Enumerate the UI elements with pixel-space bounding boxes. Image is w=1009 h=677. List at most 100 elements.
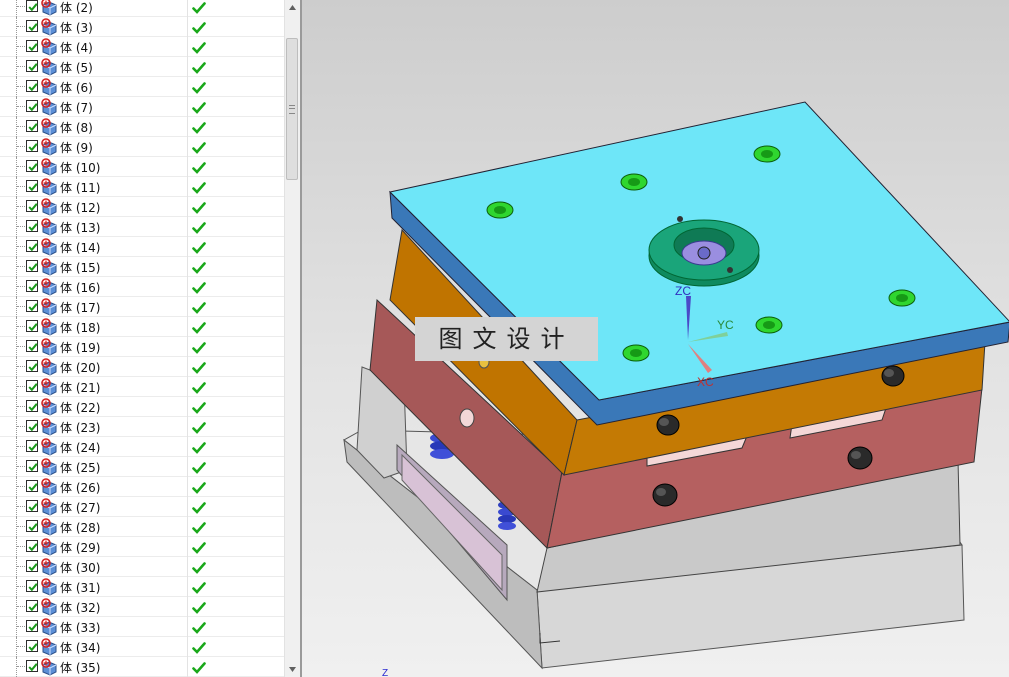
tree-row[interactable]: 体 (18)	[0, 317, 284, 337]
checkbox-checked-icon[interactable]	[26, 60, 38, 72]
up-to-date-check-icon	[192, 640, 206, 654]
checkbox-checked-icon[interactable]	[26, 620, 38, 632]
tree-row[interactable]: 体 (22)	[0, 397, 284, 417]
up-to-date-check-icon	[192, 320, 206, 334]
column-divider	[187, 497, 188, 517]
tree-row[interactable]: 体 (7)	[0, 97, 284, 117]
checkbox-checked-icon[interactable]	[26, 180, 38, 192]
tree-row[interactable]: 体 (33)	[0, 617, 284, 637]
solid-body-icon	[40, 338, 58, 356]
solid-body-icon	[40, 0, 58, 16]
checkbox-checked-icon[interactable]	[26, 660, 38, 672]
tree-row[interactable]: 体 (4)	[0, 37, 284, 57]
column-divider	[187, 277, 188, 297]
checkbox-checked-icon[interactable]	[26, 260, 38, 272]
tree-row[interactable]: 体 (14)	[0, 237, 284, 257]
checkbox-checked-icon[interactable]	[26, 280, 38, 292]
checkbox-checked-icon[interactable]	[26, 120, 38, 132]
scroll-down-arrow-icon[interactable]	[285, 661, 300, 677]
solid-body-icon	[40, 258, 58, 276]
tree-row[interactable]: 体 (12)	[0, 197, 284, 217]
body-label: 体 (25)	[60, 461, 101, 475]
tree-row[interactable]: 体 (23)	[0, 417, 284, 437]
tree-row[interactable]: 体 (29)	[0, 537, 284, 557]
checkbox-checked-icon[interactable]	[26, 100, 38, 112]
scroll-up-arrow-icon[interactable]	[285, 0, 300, 16]
checkbox-checked-icon[interactable]	[26, 340, 38, 352]
solid-body-icon	[40, 658, 58, 676]
checkbox-checked-icon[interactable]	[26, 520, 38, 532]
solid-body-icon	[40, 18, 58, 36]
checkbox-checked-icon[interactable]	[26, 480, 38, 492]
column-divider	[187, 17, 188, 37]
checkbox-checked-icon[interactable]	[26, 500, 38, 512]
solid-body-icon	[40, 538, 58, 556]
checkbox-checked-icon[interactable]	[26, 80, 38, 92]
tree-row[interactable]: 体 (20)	[0, 357, 284, 377]
solid-body-icon	[40, 38, 58, 56]
mold-assembly-model[interactable]	[302, 0, 1009, 677]
checkbox-checked-icon[interactable]	[26, 420, 38, 432]
tree-row[interactable]: 体 (32)	[0, 597, 284, 617]
tree-row[interactable]: 体 (17)	[0, 297, 284, 317]
checkbox-checked-icon[interactable]	[26, 560, 38, 572]
tree-row[interactable]: 体 (10)	[0, 157, 284, 177]
tree-connector	[16, 517, 26, 537]
tree-row[interactable]: 体 (21)	[0, 377, 284, 397]
tree-row[interactable]: 体 (28)	[0, 517, 284, 537]
up-to-date-check-icon	[192, 500, 206, 514]
tree-row[interactable]: 体 (9)	[0, 137, 284, 157]
tree-row[interactable]: 体 (16)	[0, 277, 284, 297]
checkbox-checked-icon[interactable]	[26, 140, 38, 152]
checkbox-checked-icon[interactable]	[26, 220, 38, 232]
tree-row[interactable]: 体 (6)	[0, 77, 284, 97]
tree-row[interactable]: 体 (35)	[0, 657, 284, 677]
checkbox-checked-icon[interactable]	[26, 440, 38, 452]
tree-row[interactable]: 体 (2)	[0, 0, 284, 17]
checkbox-checked-icon[interactable]	[26, 460, 38, 472]
tree-row[interactable]: 体 (5)	[0, 57, 284, 77]
checkbox-checked-icon[interactable]	[26, 300, 38, 312]
checkbox-checked-icon[interactable]	[26, 380, 38, 392]
checkbox-checked-icon[interactable]	[26, 640, 38, 652]
up-to-date-check-icon	[192, 0, 206, 14]
tree-row[interactable]: 体 (11)	[0, 177, 284, 197]
tree-row[interactable]: 体 (13)	[0, 217, 284, 237]
tree-connector	[16, 617, 26, 637]
checkbox-checked-icon[interactable]	[26, 200, 38, 212]
checkbox-checked-icon[interactable]	[26, 540, 38, 552]
tree-row[interactable]: 体 (24)	[0, 437, 284, 457]
tree-connector	[16, 497, 26, 517]
solid-body-icon	[40, 198, 58, 216]
solid-body-icon	[40, 298, 58, 316]
tree-row[interactable]: 体 (25)	[0, 457, 284, 477]
column-divider	[187, 637, 188, 657]
checkbox-checked-icon[interactable]	[26, 320, 38, 332]
tree-row[interactable]: 体 (30)	[0, 557, 284, 577]
checkbox-checked-icon[interactable]	[26, 0, 38, 12]
scroll-thumb[interactable]	[286, 38, 298, 180]
tree-row[interactable]: 体 (19)	[0, 337, 284, 357]
body-label: 体 (16)	[60, 281, 101, 295]
graphics-viewport[interactable]: 图文设计 ZC YC XC Z	[300, 0, 1009, 677]
tree-row[interactable]: 体 (34)	[0, 637, 284, 657]
checkbox-checked-icon[interactable]	[26, 400, 38, 412]
body-label: 体 (31)	[60, 581, 101, 595]
navigator-scrollbar[interactable]	[284, 0, 300, 677]
tree-row[interactable]: 体 (26)	[0, 477, 284, 497]
tree-row[interactable]: 体 (8)	[0, 117, 284, 137]
up-to-date-check-icon	[192, 180, 206, 194]
checkbox-checked-icon[interactable]	[26, 360, 38, 372]
column-divider	[187, 377, 188, 397]
tree-row[interactable]: 体 (31)	[0, 577, 284, 597]
checkbox-checked-icon[interactable]	[26, 600, 38, 612]
checkbox-checked-icon[interactable]	[26, 580, 38, 592]
checkbox-checked-icon[interactable]	[26, 40, 38, 52]
tree-row[interactable]: 体 (3)	[0, 17, 284, 37]
tree-row[interactable]: 体 (27)	[0, 497, 284, 517]
up-to-date-check-icon	[192, 120, 206, 134]
tree-row[interactable]: 体 (15)	[0, 257, 284, 277]
checkbox-checked-icon[interactable]	[26, 240, 38, 252]
checkbox-checked-icon[interactable]	[26, 160, 38, 172]
checkbox-checked-icon[interactable]	[26, 20, 38, 32]
